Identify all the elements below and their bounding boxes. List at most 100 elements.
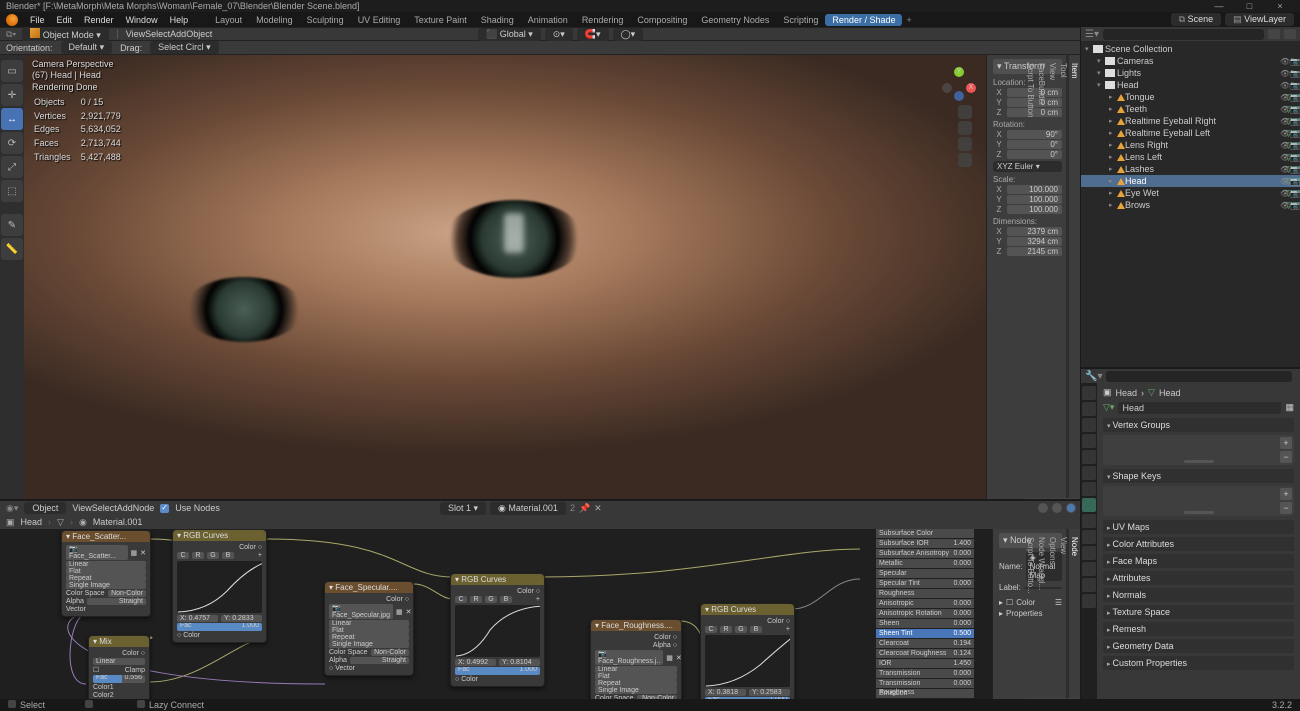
panel-normals[interactable]: Normals <box>1103 588 1294 602</box>
props-tab-10[interactable] <box>1082 546 1096 560</box>
outliner-item-lashes[interactable]: ▸Lashes ▽▽👁📷 <box>1081 163 1300 175</box>
props-tab-1[interactable] <box>1082 402 1096 416</box>
node-rgb-curves-2[interactable]: ▾ RGB Curves Color ○ CRGB+ X: 0.4992Y: 0… <box>450 573 545 687</box>
outliner-item-lights[interactable]: ▾Lights👁📷 <box>1081 67 1300 79</box>
eye-icon[interactable]: 👁 <box>1280 105 1288 113</box>
npanel-tab-tool[interactable]: Tool <box>1058 55 1069 499</box>
panel-shape-keys[interactable]: Shape Keys <box>1103 469 1294 483</box>
zoom-icon[interactable] <box>958 105 972 119</box>
tab-sculpting[interactable]: Sculpting <box>300 14 351 26</box>
principled-roughness[interactable]: Roughness <box>876 589 974 598</box>
principled-specular[interactable]: Specular <box>876 569 974 578</box>
sk-remove[interactable]: − <box>1280 502 1292 514</box>
breadcrumb-object[interactable]: Head <box>21 517 43 527</box>
tab-render-shade[interactable]: Render / Shade <box>825 14 902 26</box>
close-button[interactable]: × <box>1266 1 1294 11</box>
menu-edit[interactable]: Edit <box>51 15 79 25</box>
eye-icon[interactable]: 👁 <box>1280 93 1288 101</box>
minimize-button[interactable]: — <box>1205 1 1233 11</box>
pivot-dropdown[interactable]: ⊙▾ <box>545 28 573 41</box>
maximize-button[interactable]: □ <box>1235 1 1263 11</box>
node-image-face-roughness[interactable]: ▾ Face_Roughness.... Color ○ Alpha ○ 📷 F… <box>590 619 682 699</box>
tool-scale[interactable]: ⤢ <box>1 156 23 178</box>
mode-dropdown[interactable]: Object Mode ▾ <box>22 27 109 42</box>
principled-sheen-tint[interactable]: Sheen Tint0.500 <box>876 629 974 638</box>
principled-transmission[interactable]: Transmission0.000 <box>876 669 974 678</box>
perspective-icon[interactable] <box>958 153 972 167</box>
render-icon[interactable]: 📷 <box>1290 105 1298 113</box>
principled-ior[interactable]: IOR1.450 <box>876 659 974 668</box>
eye-icon[interactable]: 👁 <box>1280 57 1288 65</box>
render-icon[interactable]: 📷 <box>1290 93 1298 101</box>
viewport-menu-view[interactable]: View <box>126 29 145 39</box>
panel-color-attributes[interactable]: Color Attributes <box>1103 537 1294 551</box>
sk-add[interactable]: + <box>1280 488 1292 500</box>
vg-remove[interactable]: − <box>1280 451 1292 463</box>
tool-cursor[interactable]: ✛ <box>1 84 23 106</box>
eye-icon[interactable]: 👁 <box>1280 201 1288 209</box>
menu-render[interactable]: Render <box>78 15 120 25</box>
props-tab-12[interactable] <box>1082 578 1096 592</box>
node-canvas[interactable]: ▾ Face_Scatter... 📷 Face_Scatter...▦✕ Li… <box>0 529 992 699</box>
node-npanel-tab-2[interactable]: Options <box>1047 529 1058 699</box>
drag-value[interactable]: Select Circl ▾ <box>150 41 219 54</box>
tab-compositing[interactable]: Compositing <box>630 14 694 26</box>
eye-icon[interactable]: 👁 <box>1280 69 1288 77</box>
tab-animation[interactable]: Animation <box>521 14 575 26</box>
render-icon[interactable]: 📷 <box>1290 129 1298 137</box>
npanel-tab-scrpt-to-button[interactable]: Scrpt To Button <box>1025 55 1036 499</box>
node-image-face-specular[interactable]: ▾ Face_Specular.... Color ○ 📷 Face_Specu… <box>324 581 414 676</box>
node-menu-view[interactable]: View <box>72 503 91 513</box>
vg-add[interactable]: + <box>1280 437 1292 449</box>
new-collection-icon[interactable] <box>1284 29 1296 39</box>
principled-transmission-roughness[interactable]: Transmission Roughness0.000 <box>876 679 974 688</box>
panel-vertex-groups[interactable]: Vertex Groups <box>1103 418 1294 432</box>
outliner-root[interactable]: ▾Scene Collection <box>1081 43 1300 55</box>
material-dropdown[interactable]: ◉ Material.001 <box>490 502 566 515</box>
eye-icon[interactable]: 👁 <box>1280 153 1288 161</box>
outliner-item-lens-right[interactable]: ▸Lens Right ▽▽👁📷 <box>1081 139 1300 151</box>
outliner-item-head[interactable]: ▾Head👁📷 <box>1081 79 1300 91</box>
outliner-item-tongue[interactable]: ▸Tongue ▽▽👁📷 <box>1081 91 1300 103</box>
node-npanel-tab-0[interactable]: Node <box>1069 529 1080 699</box>
tab-modeling[interactable]: Modeling <box>249 14 300 26</box>
panel-geometry-data[interactable]: Geometry Data <box>1103 639 1294 653</box>
outliner-item-brows[interactable]: ▸Brows ▽▽👁📷 <box>1081 199 1300 211</box>
outliner-item-lens-left[interactable]: ▸Lens Left ▽▽👁📷 <box>1081 151 1300 163</box>
menu-file[interactable]: File <box>24 15 51 25</box>
editor-type-icon[interactable]: ◉▾ <box>6 503 18 514</box>
node-rgb-curves-3[interactable]: ▾ RGB Curves Color ○ CRGB+ X: 0.3818Y: 0… <box>700 603 795 699</box>
node-npanel-tab-3[interactable]: Node Wrangl... <box>1036 529 1047 699</box>
outliner-item-realtime-eyeball-right[interactable]: ▸Realtime Eyeball Right ▽▽👁📷 <box>1081 115 1300 127</box>
orientation-global[interactable]: ⬛ Global ▾ <box>478 28 541 41</box>
editor-type-icon[interactable]: ⧉▾ <box>6 29 16 40</box>
render-icon[interactable]: 📷 <box>1290 141 1298 149</box>
tab-scripting[interactable]: Scripting <box>776 14 825 26</box>
props-tab-3[interactable] <box>1082 434 1096 448</box>
outliner-item-head[interactable]: ▸Head ▽▽👁📷 <box>1081 175 1300 187</box>
viewport-3d[interactable]: Camera Perspective (67) Head | Head Rend… <box>24 55 986 499</box>
node-npanel-tab-1[interactable]: View <box>1058 529 1069 699</box>
npanel-tab-view[interactable]: View <box>1047 55 1058 499</box>
outliner-search[interactable] <box>1103 29 1264 40</box>
eye-icon[interactable]: 👁 <box>1280 189 1288 197</box>
nav-gizmo[interactable]: Y X <box>942 67 976 101</box>
render-icon[interactable]: 📷 <box>1290 117 1298 125</box>
render-icon[interactable]: 📷 <box>1290 153 1298 161</box>
pin-material-icon[interactable] <box>1066 503 1076 513</box>
props-tab-11[interactable] <box>1082 562 1096 576</box>
use-nodes-checkbox[interactable] <box>160 504 169 513</box>
menu-help[interactable]: Help <box>164 15 195 25</box>
node-npanel-tab-4[interactable]: Scrpt To Butto... <box>1025 529 1036 699</box>
proportional-toggle[interactable]: ◯▾ <box>613 28 644 41</box>
fake-user-icon[interactable]: ▦ <box>1285 402 1294 414</box>
eye-icon[interactable]: 👁 <box>1280 141 1288 149</box>
editor-type-icon[interactable]: 🔧▾ <box>1085 371 1102 382</box>
tab-texture-paint[interactable]: Texture Paint <box>407 14 474 26</box>
panel-attributes[interactable]: Attributes <box>1103 571 1294 585</box>
editor-type-icon[interactable]: ☰▾ <box>1085 29 1099 40</box>
outliner-item-realtime-eyeball-left[interactable]: ▸Realtime Eyeball Left ▽▽👁📷 <box>1081 127 1300 139</box>
props-tab-0[interactable] <box>1082 386 1096 400</box>
principled-anisotropic[interactable]: Anisotropic0.000 <box>876 599 974 608</box>
tab-rendering[interactable]: Rendering <box>575 14 631 26</box>
